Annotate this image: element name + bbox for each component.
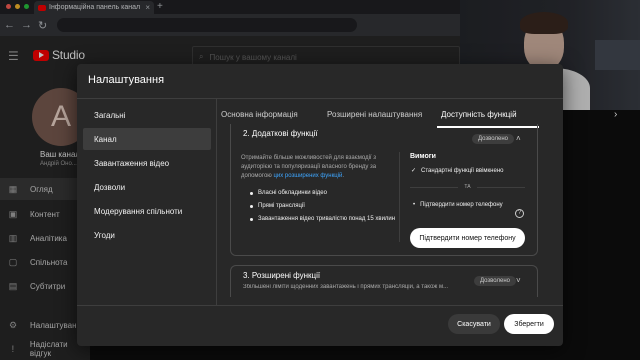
tab-feature-eligibility[interactable]: Доступність функцій (441, 110, 517, 119)
status-badge: Дозволено (472, 134, 514, 144)
dialog-title: Налаштування (88, 74, 165, 86)
separator-line (410, 186, 459, 188)
list-item: Прямі трансляції (250, 202, 410, 211)
status-badge: Дозволено (474, 276, 516, 286)
dialog-vertical-divider (216, 99, 217, 305)
section2-desc-end: . (342, 173, 345, 179)
requirement-label: Підтвердити номер телефону (420, 202, 503, 208)
chevron-right-icon[interactable]: › (614, 109, 617, 120)
verify-phone-button[interactable]: Підтвердити номер телефону (410, 228, 525, 248)
settings-side-channel[interactable]: Канал (83, 128, 211, 150)
settings-side-general[interactable]: Загальні (83, 104, 211, 126)
section2-description: Отримайте більше можливостей для взаємод… (241, 154, 393, 181)
requirement-label: Стандартні функції ввімкнено (421, 168, 504, 174)
chevron-up-icon[interactable]: ˄ (516, 134, 521, 143)
tab-basic-info[interactable]: Основна інформація (221, 110, 298, 119)
settings-side-agreements[interactable]: Угоди (83, 224, 211, 246)
requirements-title: Вимоги (410, 153, 436, 160)
requirement-standard: ✓ Стандартні функції ввімкнено (411, 167, 503, 176)
list-item: Власні обкладинки відео (250, 189, 410, 198)
settings-side-upload[interactable]: Завантаження відео (83, 152, 211, 174)
screen: Інформаційна панель канал × + ← → ↻ ☰ St… (0, 0, 640, 360)
feature-list: Власні обкладинки відео Прямі трансляції… (250, 189, 410, 228)
list-item: Завантаження відео тривалістю понад 15 х… (250, 215, 410, 224)
separator-label: ТА (464, 184, 471, 190)
dialog-footer-divider (77, 305, 563, 306)
chevron-down-icon[interactable]: ˅ (516, 276, 521, 285)
separator-line (476, 186, 526, 188)
requirements-divider (399, 152, 400, 242)
section2-title: 2. Додаткові функції (243, 129, 318, 138)
help-icon[interactable]: ? (515, 209, 524, 218)
section3-title: 3. Розширені функції (243, 271, 321, 280)
requirement-phone: • Підтвердити номер телефону (413, 201, 503, 210)
tab-advanced-settings[interactable]: Розширені налаштування (327, 110, 422, 119)
section3-description: Збільшені ліміти щоденних завантажень і … (243, 284, 449, 290)
save-button[interactable]: Зберегти (504, 314, 554, 334)
cancel-button[interactable]: Скасувати (448, 314, 500, 334)
features-link[interactable]: цих розширених функцій (273, 173, 342, 179)
check-icon: ✓ (411, 168, 417, 174)
settings-side-permissions[interactable]: Дозволи (83, 176, 211, 198)
requirements-and-separator: ТА (410, 184, 526, 190)
settings-side-moderation[interactable]: Модерування спільноти (83, 200, 211, 222)
bullet-icon: • (413, 202, 416, 208)
